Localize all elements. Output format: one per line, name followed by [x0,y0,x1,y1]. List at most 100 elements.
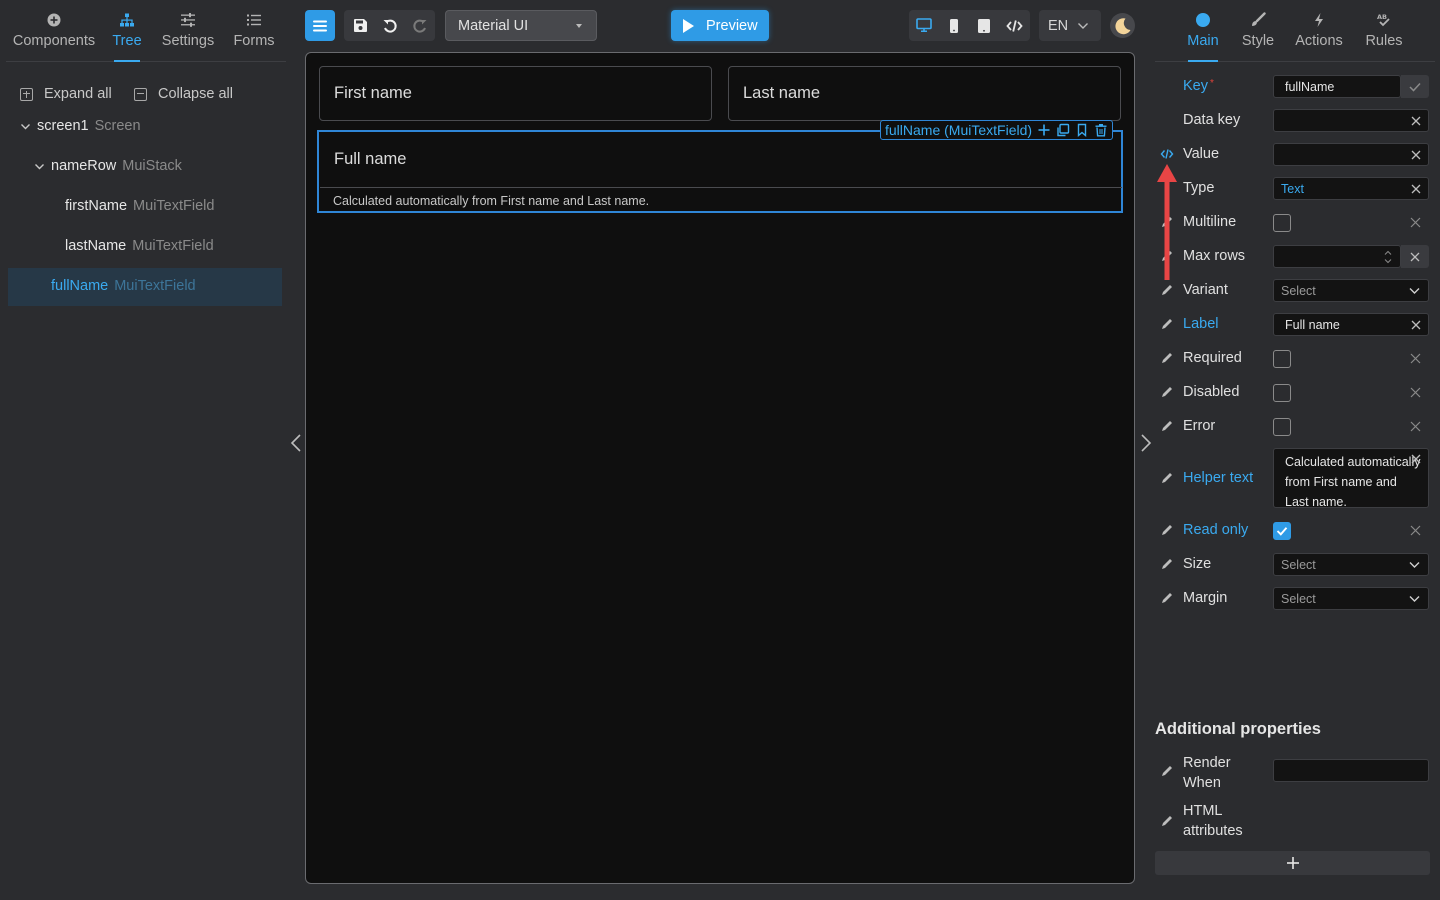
menu-button[interactable] [305,10,335,41]
redo-icon [413,19,427,33]
language-select[interactable]: EN [1039,10,1101,41]
value-input[interactable] [1273,143,1429,166]
key-input[interactable]: fullName [1273,75,1401,98]
size-placeholder: Select [1281,557,1316,572]
tab-rules[interactable]: AB Rules [1362,0,1406,62]
tab-components[interactable]: Components [6,0,102,62]
collapse-icon [134,87,147,101]
chevron-down-icon [21,123,30,129]
pencil-icon[interactable] [1160,764,1174,778]
code-icon[interactable] [1160,147,1174,161]
tab-actions[interactable]: Actions [1293,0,1345,62]
ui-library-select[interactable]: Material UI [445,10,597,41]
bookmark-icon[interactable] [1075,123,1089,137]
device-switcher [909,10,1030,41]
clear-icon[interactable] [1411,320,1421,330]
copy-icon[interactable] [1056,123,1070,137]
tree-node-screen1[interactable]: screen1 Screen [20,116,141,136]
redo-button[interactable] [405,10,435,41]
plus-icon[interactable] [1037,123,1051,137]
prop-row-multiline: Multiline [1155,207,1435,237]
error-checkbox[interactable] [1273,418,1291,436]
key-confirm-button[interactable] [1401,75,1429,98]
last-name-textfield[interactable]: Last name [728,66,1121,121]
tree-node-fullname[interactable]: fullName MuiTextField [51,276,196,296]
disabled-checkbox[interactable] [1273,384,1291,402]
tree-node-firstname[interactable]: firstName MuiTextField [65,196,214,216]
collapse-right-panel-icon[interactable] [1139,432,1153,454]
design-canvas[interactable]: First name Last name Full name Calculate… [305,52,1135,884]
type-input[interactable]: Text [1273,177,1429,200]
max-rows-clear-button[interactable] [1401,245,1429,268]
prop-row-helper-text: Helper text Calculated automatically fro… [1155,448,1435,509]
clear-icon[interactable] [1410,525,1421,536]
tab-settings[interactable]: Settings [160,0,216,62]
clear-icon[interactable] [1410,421,1421,432]
prop-row-variant: Variant Select [1155,275,1435,305]
clear-icon[interactable] [1411,116,1421,126]
collapse-left-panel-icon[interactable] [289,432,303,454]
required-checkbox[interactable] [1273,350,1291,368]
undo-button[interactable] [375,10,405,41]
variant-select[interactable]: Select [1273,279,1429,302]
plus-circle-icon [46,12,62,28]
stepper-arrows-icon[interactable] [1384,249,1392,265]
data-key-input[interactable] [1273,109,1429,132]
clear-icon [1410,252,1420,261]
mobile-view-button[interactable] [939,10,969,41]
preview-button[interactable]: Preview [671,10,769,41]
pencil-icon[interactable] [1160,419,1174,433]
expand-all-button[interactable]: Expand all [20,84,112,104]
theme-toggle-button[interactable] [1110,13,1135,38]
prop-label-helper-text: Helper text [1183,470,1254,486]
helper-text-textarea[interactable]: Calculated automatically from First name… [1273,448,1429,509]
pencil-icon[interactable] [1160,814,1174,828]
svg-text:AB: AB [1377,13,1387,21]
collapse-all-button[interactable]: Collapse all [134,84,233,104]
tab-style[interactable]: Style [1238,0,1278,62]
pencil-icon[interactable] [1160,591,1174,605]
pencil-icon[interactable] [1160,283,1174,297]
clear-icon[interactable] [1410,217,1421,228]
clear-icon[interactable] [1411,184,1421,194]
left-tabs: Components Tree Settings Forms [6,0,286,62]
tree-node-namerow[interactable]: nameRow MuiStack [34,156,182,176]
size-select[interactable]: Select [1273,553,1429,576]
render-when-input[interactable] [1273,759,1429,782]
variant-placeholder: Select [1281,283,1316,298]
prop-row-type: Type Text [1155,173,1435,203]
clear-icon[interactable] [1411,454,1421,464]
desktop-view-button[interactable] [909,10,939,41]
pencil-icon[interactable] [1160,317,1174,331]
tab-main[interactable]: Main [1183,0,1223,62]
tree-node-name: firstName [65,198,128,214]
trash-icon[interactable] [1094,123,1108,137]
read-only-checkbox[interactable] [1273,522,1291,540]
label-input[interactable]: Full name [1273,313,1429,336]
pencil-icon[interactable] [1160,523,1174,537]
pencil-icon[interactable] [1160,557,1174,571]
pencil-icon[interactable] [1160,471,1174,485]
tree-selected-row[interactable]: fullName MuiTextField [8,268,282,306]
clear-icon[interactable] [1411,150,1421,160]
selected-component-frame[interactable]: Full name Calculated automatically from … [317,130,1123,213]
edit-tools-group [344,10,435,41]
max-rows-input[interactable] [1273,245,1401,268]
full-name-textfield[interactable]: Full name [320,132,1122,188]
save-button[interactable] [345,10,375,41]
tab-tree[interactable]: Tree [105,0,149,62]
code-view-button[interactable] [999,10,1029,41]
margin-select[interactable]: Select [1273,587,1429,610]
first-name-textfield[interactable]: First name [319,66,712,121]
pencil-icon[interactable] [1160,385,1174,399]
add-property-button[interactable] [1155,851,1430,875]
prop-label-read-only: Read only [1183,522,1249,538]
prop-row-key: Key * fullName [1155,71,1435,101]
pencil-icon[interactable] [1160,351,1174,365]
tablet-view-button[interactable] [969,10,999,41]
clear-icon[interactable] [1410,353,1421,364]
multiline-checkbox[interactable] [1273,214,1291,232]
clear-icon[interactable] [1410,387,1421,398]
tab-forms[interactable]: Forms [231,0,277,62]
tree-node-lastname[interactable]: lastName MuiTextField [65,236,214,256]
